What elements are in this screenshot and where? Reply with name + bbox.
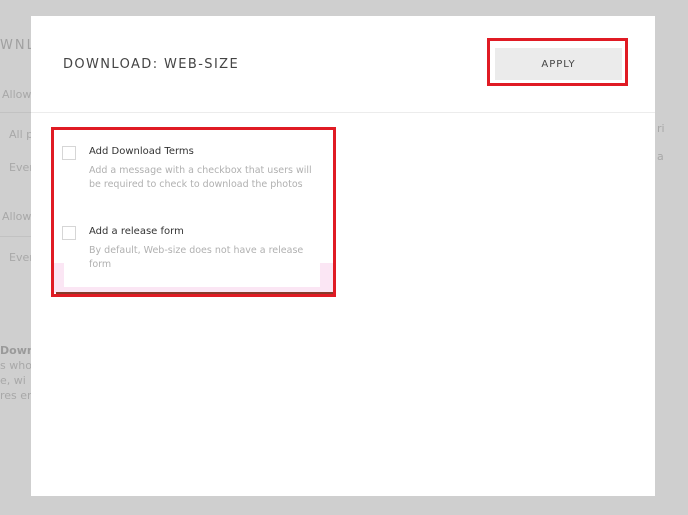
release-form-description: By default, Web-size does not have a rel… xyxy=(89,245,304,270)
download-settings-modal: DOWNLOAD: WEB-SIZE APPLY Add Download Te… xyxy=(31,16,655,496)
background-text: All p xyxy=(9,128,34,141)
release-form-checkbox[interactable] xyxy=(62,226,76,240)
apply-button[interactable]: APPLY xyxy=(495,48,622,80)
modal-title: DOWNLOAD: WEB-SIZE xyxy=(63,57,240,72)
download-terms-description: Add a message with a checkbox that users… xyxy=(89,165,312,190)
release-form-label[interactable]: Add a release form xyxy=(89,226,184,237)
background-divider xyxy=(0,112,31,113)
modal-header: DOWNLOAD: WEB-SIZE APPLY xyxy=(31,16,655,113)
download-terms-label[interactable]: Add Download Terms xyxy=(89,146,194,157)
background-text: Allow xyxy=(2,210,32,223)
download-terms-checkbox[interactable] xyxy=(62,146,76,160)
background-text: res en xyxy=(0,389,35,402)
background-text: ri xyxy=(657,122,665,135)
background-text: Allow xyxy=(2,88,32,101)
background-divider xyxy=(0,236,31,237)
background-text: s who xyxy=(0,359,32,372)
background-text: e, wi xyxy=(0,374,26,387)
background-text: a xyxy=(657,150,664,163)
